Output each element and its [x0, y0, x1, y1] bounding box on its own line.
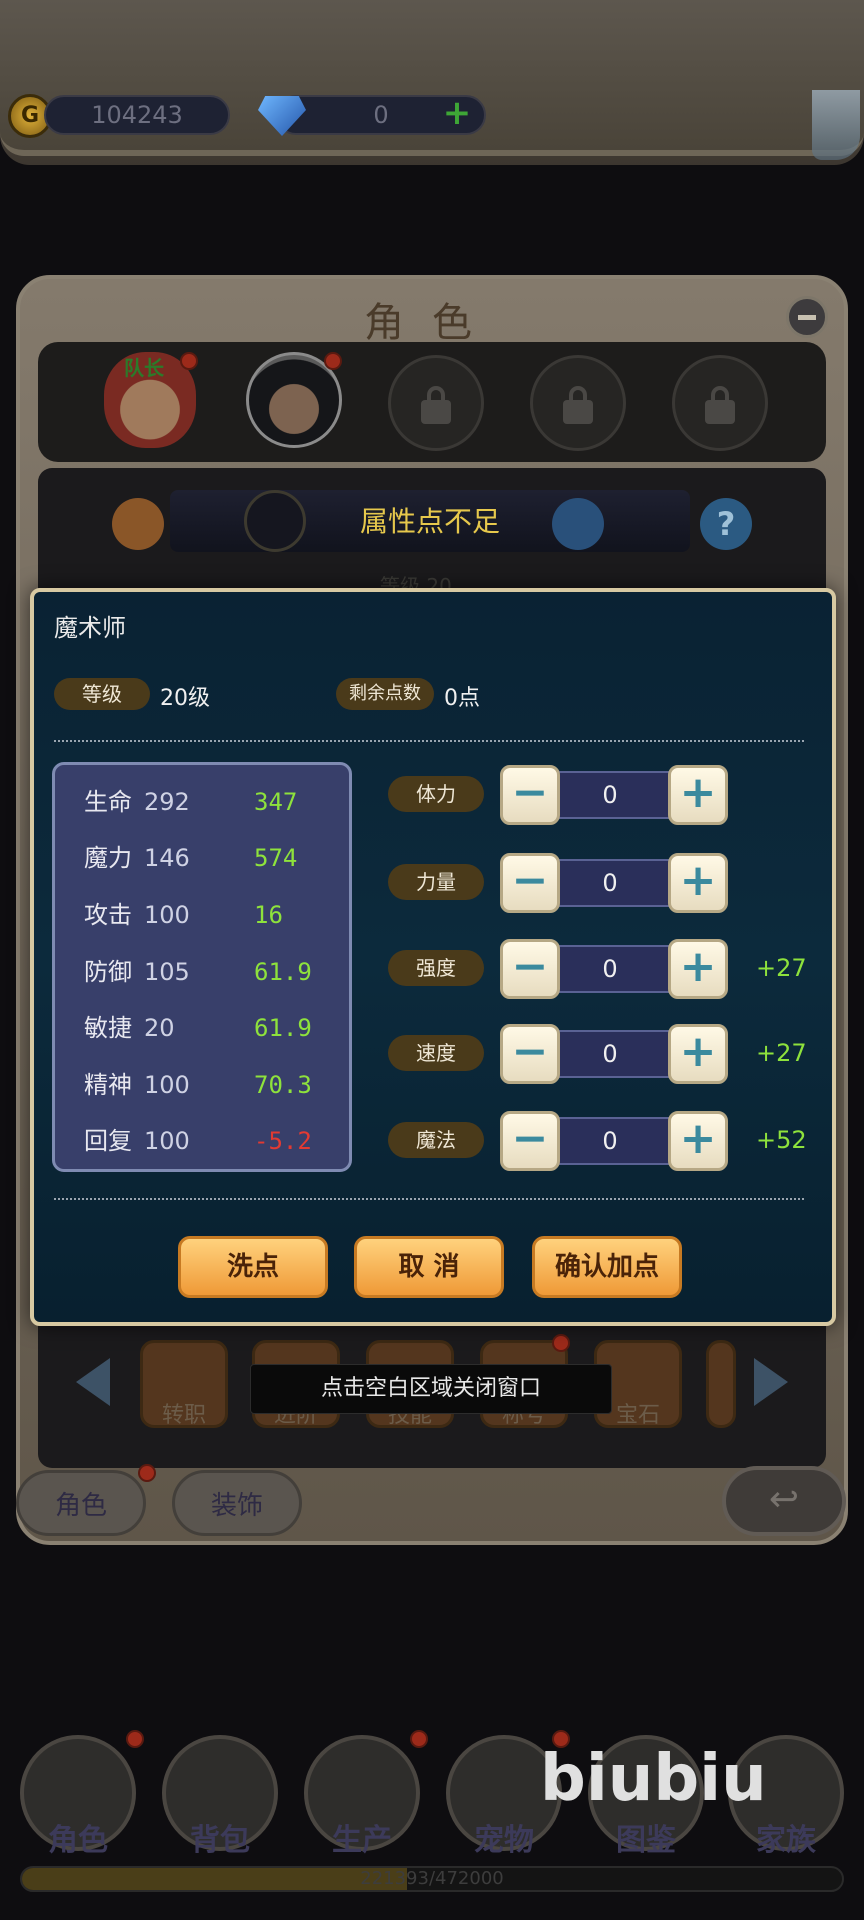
add-diamond-button[interactable]: +: [440, 96, 474, 130]
decrease-strength-button[interactable]: −: [500, 853, 560, 913]
stat-name: 魔力: [84, 844, 132, 872]
stat-name: 生命: [84, 788, 132, 816]
class-name: 魔术师: [54, 614, 126, 642]
attr-label-speed: 速度: [388, 1035, 484, 1071]
nav-family-label: 家族: [756, 1823, 816, 1858]
decrease-stamina-button[interactable]: −: [500, 765, 560, 825]
reset-points-button[interactable]: 洗点: [178, 1236, 328, 1298]
remaining-points-tag: 剩余点数: [336, 678, 434, 710]
decrease-speed-button[interactable]: −: [500, 1024, 560, 1084]
level-tag: 等级: [54, 678, 150, 710]
increase-stamina-button[interactable]: +: [668, 765, 728, 825]
stat-name: 精神: [84, 1071, 132, 1099]
stat-base: 20: [144, 1014, 175, 1042]
cancel-button[interactable]: 取 消: [354, 1236, 504, 1298]
decrease-magic-button[interactable]: −: [500, 1111, 560, 1171]
stat-bonus: 347: [254, 788, 298, 816]
attr-bonus-magic: +52: [756, 1126, 807, 1154]
refresh-icon[interactable]: [112, 498, 164, 550]
stat-row: 生命 292 347: [84, 782, 344, 817]
xp-text: 221393/472000: [360, 1868, 504, 1889]
corner-decoration: [812, 90, 860, 160]
stat-name: 敏捷: [84, 1014, 132, 1042]
locked-slot[interactable]: [672, 355, 768, 451]
notification-dot: [552, 1334, 570, 1352]
status-banner-text: 属性点不足: [359, 505, 500, 538]
attr-bonus-toughness: +27: [756, 954, 807, 982]
stat-bonus: 61.9: [254, 958, 312, 986]
stat-base: 100: [144, 901, 190, 929]
increase-strength-button[interactable]: +: [668, 853, 728, 913]
minimize-button[interactable]: [786, 296, 828, 338]
notification-dot: [180, 352, 198, 370]
divider: [54, 740, 804, 742]
divider: [54, 1198, 804, 1200]
lock-icon: [421, 386, 451, 424]
stat-row: 精神 100 70.3: [84, 1065, 344, 1100]
confirm-add-points-button[interactable]: 确认加点: [532, 1236, 682, 1298]
tab-character[interactable]: 角色: [16, 1470, 146, 1536]
lock-icon: [705, 386, 735, 424]
stat-name: 攻击: [84, 901, 132, 929]
search-icon[interactable]: [552, 498, 604, 550]
level-value: 20级: [160, 686, 210, 711]
scroll-left-arrow-icon[interactable]: [76, 1358, 110, 1406]
notification-dot: [126, 1730, 144, 1748]
watermark: biubiu: [540, 1742, 767, 1816]
attr-value-stamina: 0: [540, 771, 680, 819]
stat-base: 100: [144, 1127, 190, 1155]
stat-bonus: 70.3: [254, 1071, 312, 1099]
attr-bonus-speed: +27: [756, 1039, 807, 1067]
stat-bonus: 574: [254, 844, 298, 872]
stat-row: 攻击 100 16: [84, 895, 344, 930]
nav-bag-label: 背包: [190, 1823, 250, 1858]
lock-icon: [563, 386, 593, 424]
stat-name: 防御: [84, 958, 132, 986]
notification-dot: [324, 352, 342, 370]
panel-title: 角色: [364, 300, 500, 346]
notification-dot: [138, 1464, 156, 1482]
nav-character-label: 角色: [48, 1823, 108, 1858]
notification-dot: [410, 1730, 428, 1748]
stat-row: 防御 105 61.9: [84, 952, 344, 987]
function-button-job-change[interactable]: 转职: [140, 1340, 228, 1428]
attr-label-magic: 魔法: [388, 1122, 484, 1158]
stat-base: 292: [144, 788, 190, 816]
attr-value-speed: 0: [540, 1030, 680, 1078]
stat-base: 146: [144, 844, 190, 872]
stat-name: 回复: [84, 1127, 132, 1155]
close-hint-toast: 点击空白区域关闭窗口: [250, 1364, 612, 1414]
attr-label-strength: 力量: [388, 864, 484, 900]
nav-codex-label: 图鉴: [616, 1823, 676, 1858]
locked-slot[interactable]: [388, 355, 484, 451]
function-button-partial[interactable]: [706, 1340, 736, 1428]
scroll-right-arrow-icon[interactable]: [754, 1358, 788, 1406]
stat-bonus: 16: [254, 901, 283, 929]
increase-toughness-button[interactable]: +: [668, 939, 728, 999]
attr-value-strength: 0: [540, 859, 680, 907]
help-icon[interactable]: ?: [700, 498, 752, 550]
stat-bonus: 61.9: [254, 1014, 312, 1042]
stat-base: 100: [144, 1071, 190, 1099]
stat-row: 魔力 146 574: [84, 838, 344, 873]
back-button[interactable]: ↩: [722, 1466, 846, 1536]
nav-pets-label: 宠物: [474, 1823, 534, 1858]
stat-base: 105: [144, 958, 190, 986]
attr-label-toughness: 强度: [388, 950, 484, 986]
increase-speed-button[interactable]: +: [668, 1024, 728, 1084]
stat-bonus: -5.2: [254, 1127, 312, 1155]
increase-magic-button[interactable]: +: [668, 1111, 728, 1171]
attr-value-magic: 0: [540, 1117, 680, 1165]
attr-label-stamina: 体力: [388, 776, 484, 812]
tab-decor[interactable]: 装饰: [172, 1470, 302, 1536]
stat-row: 敏捷 20 61.9: [84, 1008, 344, 1043]
decrease-toughness-button[interactable]: −: [500, 939, 560, 999]
captain-label: 队长: [124, 356, 164, 380]
locked-slot[interactable]: [530, 355, 626, 451]
attr-value-toughness: 0: [540, 945, 680, 993]
nav-craft-label: 生产: [332, 1823, 392, 1858]
remaining-points-value: 0点: [444, 686, 480, 711]
gold-amount: 104243: [44, 95, 230, 135]
stat-row: 回复 100 -5.2: [84, 1121, 344, 1156]
